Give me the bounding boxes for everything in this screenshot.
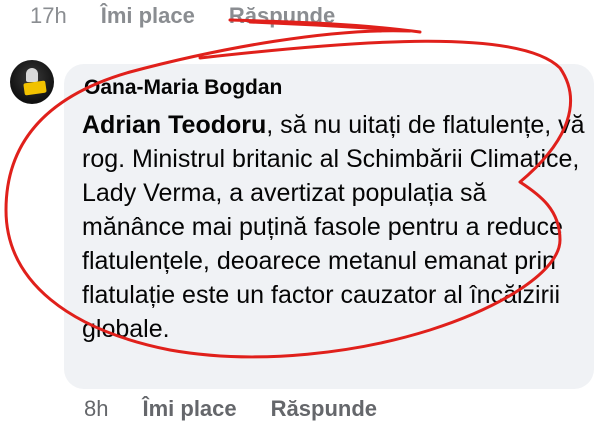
comment-mention[interactable]: Adrian Teodoru <box>82 111 266 139</box>
comment-body: , să nu uitați de flatulențe, vă rog. Mi… <box>82 111 585 343</box>
comment-actions: 8h Îmi place Răspunde <box>84 392 377 426</box>
comment-author[interactable]: Oana-Maria Bogdan <box>84 76 282 100</box>
like-button[interactable]: Îmi place <box>142 396 236 422</box>
avatar-badge <box>23 80 47 96</box>
previous-comment-timestamp: 17h <box>30 3 67 28</box>
avatar[interactable] <box>10 60 54 104</box>
previous-reply-button[interactable]: Răspunde <box>229 3 335 29</box>
reply-button[interactable]: Răspunde <box>271 396 377 422</box>
comment-timestamp[interactable]: 8h <box>84 396 108 422</box>
comment-text: Adrian Teodoru, să nu uitați de flatulen… <box>82 108 587 346</box>
previous-comment-actions: 17h Îmi place Răspunde <box>30 0 335 34</box>
avatar-figure <box>26 68 38 82</box>
comment-bubble: Oana-Maria Bogdan Adrian Teodoru, să nu … <box>64 64 594 389</box>
previous-like-button[interactable]: Îmi place <box>101 3 195 29</box>
